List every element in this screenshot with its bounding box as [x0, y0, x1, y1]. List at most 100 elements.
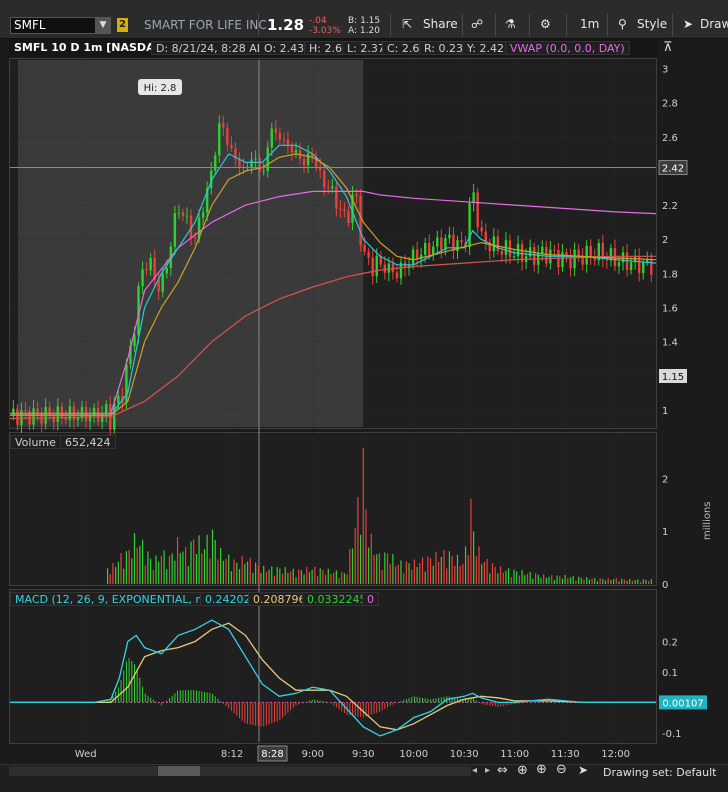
- volume-bar: [610, 580, 612, 584]
- volume-bar: [362, 448, 364, 584]
- candle-body: [254, 158, 257, 160]
- volume-bar: [257, 565, 259, 584]
- volume-bar: [109, 573, 111, 584]
- candle-body: [423, 243, 427, 255]
- macd-tick-label: 0.2: [662, 637, 678, 648]
- volume-bar: [228, 554, 230, 584]
- candle-body: [16, 408, 19, 425]
- volume-bar: [163, 550, 165, 584]
- volume-bar: [545, 577, 547, 584]
- volume-bar: [475, 556, 477, 584]
- volume-bar: [596, 581, 599, 584]
- candle-body: [274, 128, 278, 133]
- volume-bar: [271, 566, 273, 584]
- candle-body: [161, 273, 164, 292]
- volume-bar: [647, 581, 650, 584]
- volume-bar: [193, 539, 195, 584]
- volume-bar: [467, 555, 469, 584]
- candle-body: [452, 234, 455, 252]
- volume-bar: [621, 578, 623, 584]
- volume-bar: [346, 574, 348, 584]
- volume-bar: [513, 569, 515, 584]
- candle-body: [24, 410, 27, 412]
- volume-bar: [238, 569, 241, 584]
- volume-bar: [263, 565, 265, 584]
- volume-bar: [505, 570, 507, 584]
- x-tick-label: 11:30: [551, 749, 580, 760]
- candle-body: [173, 213, 177, 247]
- candle-body: [331, 186, 334, 189]
- volume-bar: [481, 564, 483, 584]
- volume-bar: [139, 545, 141, 584]
- candle-body: [573, 249, 576, 269]
- volume-bar: [295, 577, 297, 584]
- candle-body: [448, 234, 451, 239]
- y-tick-label: 1.8: [662, 269, 678, 280]
- volume-bar: [583, 579, 585, 584]
- volume-bar: [454, 565, 456, 584]
- volume-bar: [141, 539, 144, 584]
- volume-bar: [532, 578, 534, 584]
- zoom-in-icon[interactable]: ⊕: [536, 762, 547, 777]
- volume-bar: [580, 577, 582, 584]
- volume-bar: [397, 564, 399, 584]
- volume-bar: [217, 559, 219, 584]
- candle-body: [226, 127, 229, 145]
- volume-bar: [400, 560, 402, 584]
- candle-body: [367, 251, 370, 258]
- zoom-out-icon[interactable]: ⊖: [556, 762, 567, 777]
- x-tick-label: 9:30: [352, 749, 374, 760]
- candle-body: [165, 267, 168, 274]
- volume-bar: [236, 562, 238, 584]
- y-tick-label: 1: [662, 406, 668, 417]
- candle-body: [48, 407, 51, 416]
- drawing-set-selector[interactable]: Drawing set: Default: [603, 766, 716, 779]
- volume-bar: [287, 572, 289, 584]
- volume-bar: [537, 574, 539, 584]
- volume-bar: [115, 566, 117, 584]
- volume-tick-label: 0: [662, 580, 668, 591]
- volume-bar: [459, 565, 461, 584]
- candle-body: [500, 250, 504, 255]
- volume-bar: [255, 562, 257, 584]
- candle-body: [56, 406, 59, 423]
- candle-body: [52, 415, 55, 423]
- volume-bar: [281, 573, 284, 584]
- volume-bar: [179, 552, 181, 584]
- volume-bar: [158, 561, 160, 584]
- scroll-right-icon[interactable]: ▸: [485, 765, 490, 776]
- volume-bar: [486, 558, 488, 584]
- horizontal-scrollbar[interactable]: [9, 766, 471, 776]
- volume-bar: [470, 498, 472, 584]
- volume-tick-label: 1: [662, 527, 668, 538]
- volume-bar: [516, 571, 518, 584]
- volume-bar: [413, 559, 416, 584]
- scrollbar-thumb[interactable]: [158, 766, 200, 776]
- candle-body: [545, 246, 548, 264]
- volume-bar: [394, 566, 397, 584]
- volume-bar: [588, 579, 590, 584]
- candle-body: [181, 212, 185, 217]
- volume-bar: [416, 567, 418, 584]
- volume-bar: [174, 560, 176, 584]
- crosshair-icon[interactable]: ⊕: [517, 763, 528, 778]
- volume-bar: [222, 560, 224, 584]
- expand-horizontal-icon[interactable]: ⇔: [497, 763, 508, 778]
- volume-bar: [190, 541, 192, 584]
- scroll-left-icon[interactable]: ◂: [472, 765, 477, 776]
- candle-body: [343, 209, 346, 212]
- volume-bar: [629, 578, 631, 584]
- candle-body: [589, 245, 592, 257]
- candle-body: [201, 212, 205, 218]
- volume-bar: [602, 578, 604, 584]
- volume-bar: [279, 568, 281, 584]
- volume-bar: [265, 571, 267, 584]
- candle-body: [145, 269, 148, 271]
- candle-body: [230, 144, 233, 149]
- volume-bar: [311, 569, 313, 584]
- volume-bar: [429, 558, 432, 584]
- volume-bar: [314, 566, 316, 584]
- pointer-icon[interactable]: ➤: [578, 763, 588, 777]
- candle-body: [585, 245, 588, 265]
- volume-bar: [594, 577, 596, 584]
